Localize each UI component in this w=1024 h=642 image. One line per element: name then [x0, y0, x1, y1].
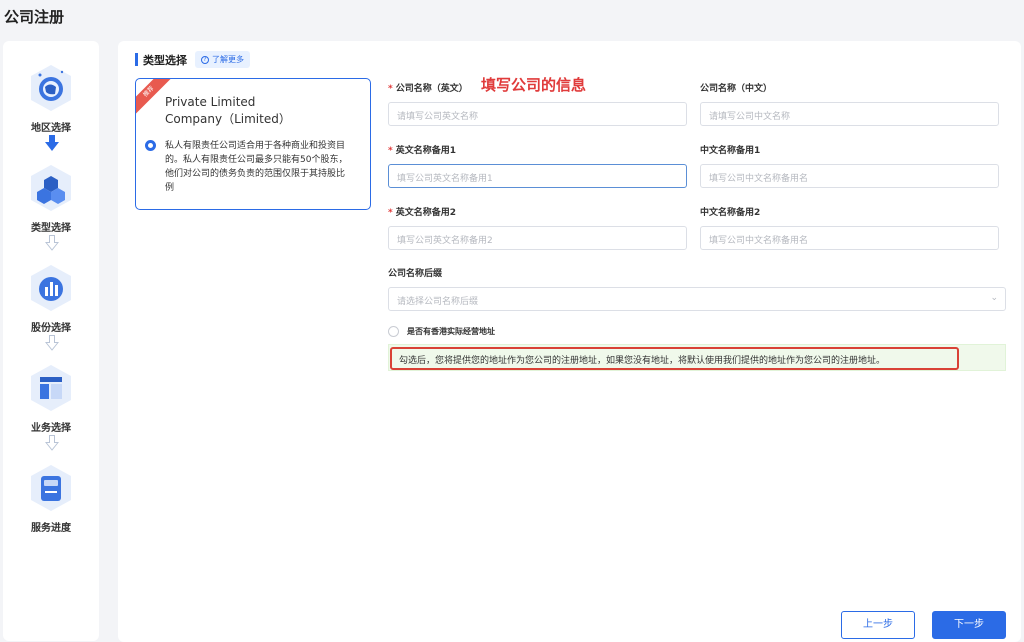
arrow-down-outline-icon [45, 235, 59, 251]
arrow-down-outline-icon [45, 335, 59, 351]
help-icon: ? [201, 55, 209, 64]
step-label-type: 类型选择 [31, 223, 71, 234]
required-mark: * [388, 208, 393, 218]
step-label-region: 地区选择 [31, 123, 71, 134]
field-alt-cn-1: 中文名称备用1 填写公司中文名称备用名 [700, 143, 999, 188]
step-shares[interactable]: 股份选择 [3, 263, 99, 334]
prev-button[interactable]: 上一步 [841, 611, 915, 639]
step-progress[interactable]: 服务进度 [3, 463, 99, 534]
section-header: 类型选择 ? 了解更多 [135, 51, 250, 68]
field-label-name-cn: 公司名称（中文） [700, 84, 773, 94]
required-mark: * [388, 146, 393, 156]
alt-name-en-2-input[interactable]: 填写公司英文名称备用2 [388, 226, 687, 250]
field-label-suffix: 公司名称后缀 [388, 269, 443, 279]
step-label-shares: 股份选择 [31, 323, 71, 334]
field-alt-en-2: * 英文名称备用2 填写公司英文名称备用2 [388, 205, 687, 250]
required-mark: * [388, 84, 393, 94]
main-panel: 类型选择 ? 了解更多 推荐 Private Limited Company（L… [118, 41, 1021, 642]
company-type-radio[interactable] [145, 140, 156, 151]
company-type-title: Private Limited Company（Limited） [165, 95, 291, 126]
hk-address-label: 是否有香港实际经营地址 [407, 327, 495, 336]
company-suffix-select[interactable]: 请选择公司名称后缀 [388, 287, 1006, 311]
hk-address-option[interactable]: 是否有香港实际经营地址 [388, 326, 495, 337]
step-business[interactable]: 业务选择 [3, 363, 99, 434]
globe-icon [28, 63, 74, 113]
step-label-business: 业务选择 [31, 423, 71, 434]
arrow-down-outline-icon [45, 435, 59, 451]
notice-highlight-box: 勾选后，您将提供您的地址作为您公司的注册地址，如果您没有地址，将默认使用我们提供… [390, 347, 959, 370]
layout-icon [28, 363, 74, 413]
field-label-alt-en-1: 英文名称备用1 [395, 146, 456, 156]
company-type-description: 私人有限责任公司适合用于各种商业和投资目的。私人有限责任公司最多只能有50个股东… [165, 141, 348, 193]
alt-name-en-1-input[interactable]: 填写公司英文名称备用1 [388, 164, 687, 188]
field-label-name-en: 公司名称（英文） [395, 84, 468, 94]
field-alt-cn-2: 中文名称备用2 填写公司中文名称备用名 [700, 205, 999, 250]
step-region[interactable]: 地区选择 [3, 63, 99, 134]
step-navigator: 地区选择 类型选择 股份选择 业务选择 服务进度 [3, 41, 99, 641]
field-alt-en-1: * 英文名称备用1 填写公司英文名称备用1 [388, 143, 687, 188]
cubes-icon [28, 163, 74, 213]
field-label-alt-en-2: 英文名称备用2 [395, 208, 456, 218]
company-type-card[interactable]: 推荐 Private Limited Company（Limited） 私人有限… [135, 78, 371, 210]
field-label-alt-cn-1: 中文名称备用1 [700, 146, 761, 156]
bar-chart-icon [28, 263, 74, 313]
step-label-progress: 服务进度 [31, 523, 71, 534]
arrow-down-icon [45, 135, 59, 151]
chevron-down-icon: ⌄ [990, 293, 998, 303]
page-title: 公司注册 [4, 8, 65, 26]
alt-name-cn-1-input[interactable]: 填写公司中文名称备用名 [700, 164, 999, 188]
field-name-cn: 公司名称（中文） 请填写公司中文名称 [700, 81, 999, 126]
company-name-en-input[interactable]: 请填写公司英文名称 [388, 102, 687, 126]
field-name-en: * 公司名称（英文） 请填写公司英文名称 [388, 81, 687, 126]
company-name-cn-input[interactable]: 请填写公司中文名称 [700, 102, 999, 126]
alt-name-cn-2-input[interactable]: 填写公司中文名称备用名 [700, 226, 999, 250]
learn-more-button[interactable]: ? 了解更多 [195, 51, 250, 68]
field-label-alt-cn-2: 中文名称备用2 [700, 208, 761, 218]
field-suffix: 公司名称后缀 请选择公司名称后缀 ⌄ [388, 266, 1006, 311]
next-button[interactable]: 下一步 [932, 611, 1006, 639]
learn-more-label: 了解更多 [212, 55, 244, 64]
section-title: 类型选择 [143, 53, 187, 67]
section-accent-bar [135, 53, 138, 66]
hk-address-radio[interactable] [388, 326, 399, 337]
step-type[interactable]: 类型选择 [3, 163, 99, 234]
document-icon [28, 463, 74, 513]
